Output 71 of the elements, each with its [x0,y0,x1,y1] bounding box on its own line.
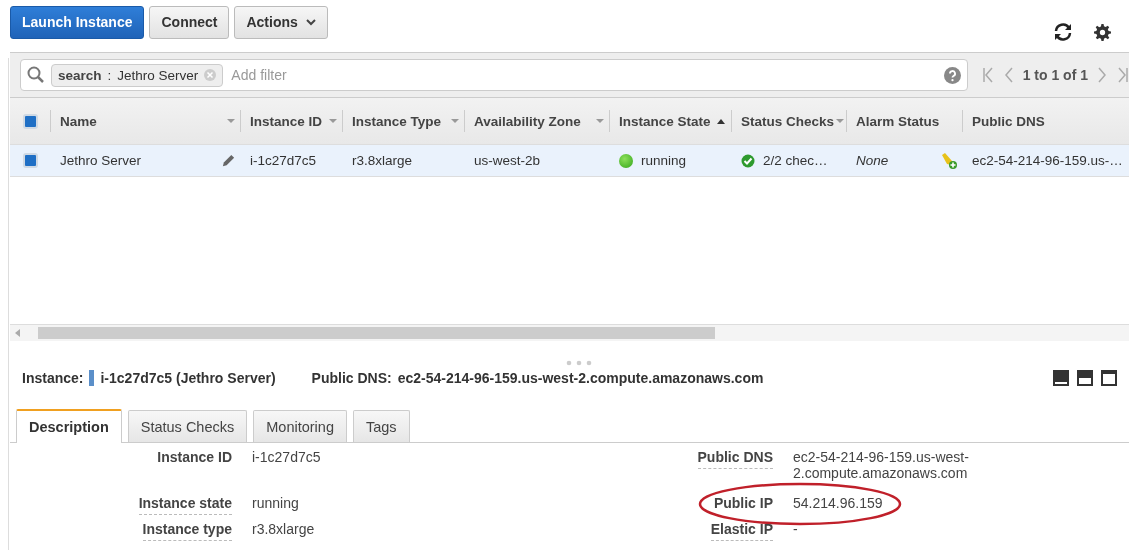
toolbar-button[interactable]: Launch Instance [10,5,145,39]
table-cell: 2/2 chec… [763,153,828,168]
column-menu-caret-icon[interactable] [226,118,236,124]
table-cell: running [641,153,687,168]
settings-icon[interactable] [1094,23,1111,41]
table-row[interactable]: Jethro Server i-1c27d7c5 r3.8xlarge us-west-2b running 2/2 chec… None ec2-54-214-96-159.us-… [10,144,1129,177]
column-header[interactable]: Availability Zone [474,113,594,129]
filter-field[interactable]: search : Jethro Server Add filter [20,59,968,91]
first-page-icon[interactable] [981,67,994,83]
field-label: Instance state [138,489,232,515]
help-icon[interactable] [943,66,961,84]
column-header[interactable]: Instance ID [250,113,327,129]
column-menu-caret-icon[interactable] [595,118,605,124]
public-dns-label: Public DNS: [311,370,392,386]
refresh-icon[interactable] [1052,22,1074,42]
field-value: 54.214.96.159 [773,489,973,514]
last-page-icon[interactable] [1117,67,1129,83]
table-cell: i-1c27d7c5 [250,153,317,168]
table-cell: Jethro Server [60,153,142,168]
table-cell: r3.8xlarge [352,153,413,168]
select-all-checkbox[interactable] [23,113,38,129]
pencil-icon[interactable] [221,153,236,168]
chevron-down-icon [305,18,316,26]
resize-handle-icon[interactable] [566,360,592,366]
column-header[interactable]: Instance State [619,113,716,129]
status-dot [619,153,633,168]
pagination-text: 1 to 1 of 1 [1022,67,1088,83]
sort-ascending-icon[interactable] [716,117,726,125]
column-menu-caret-icon[interactable] [450,118,460,124]
horizontal-scrollbar[interactable] [10,324,1129,341]
table-cell: us-west-2b [474,153,541,168]
scroll-left-icon[interactable] [15,329,21,337]
column-header[interactable]: Public DNS [972,113,1123,129]
table-cell: ec2-54-214-96-159.us-… [972,153,1123,168]
column-menu-caret-icon[interactable] [328,118,338,124]
check-circle-icon [741,153,755,168]
tab[interactable]: Description [16,409,122,443]
instance-label: Instance: [22,370,84,386]
field-value: r3.8xlarge [251,520,316,539]
field-label: Instance ID [157,448,232,467]
field-label: Instance type [142,515,232,541]
instance-title: i-1c27d7c5 (Jethro Server) [100,370,276,386]
field-label: Public IP [713,494,773,513]
public-dns-title: ec2-54-214-96-159.us-west-2.compute.amazonaws.com [397,370,764,386]
field-value: running [251,494,300,513]
actions-dropdown[interactable]: Actions [234,5,328,39]
column-menu-caret-icon[interactable] [835,118,846,124]
layout-icon[interactable] [1101,370,1117,386]
layout-icon[interactable] [1077,370,1093,386]
row-checkbox[interactable] [23,153,38,168]
layout-icon[interactable] [1053,370,1069,386]
field-label: Elastic IP [710,515,773,541]
field-value: ec2-54-214-96-159.us-west-2.compute.amazonaws.com [792,448,970,483]
column-header[interactable]: Alarm Status [856,113,956,129]
tab[interactable]: Status Checks [127,410,248,442]
field-value: i-1c27d7c5 [251,448,322,467]
field-label: Public DNS [697,443,773,469]
filter-chip[interactable]: search : Jethro Server [51,63,224,87]
next-page-icon[interactable] [1098,67,1107,83]
column-header[interactable]: Name [60,113,225,129]
tab[interactable]: Monitoring [253,410,347,442]
instance-color-bar [89,370,95,386]
table-cell: None [856,153,889,168]
field-value: - [792,520,799,539]
column-header[interactable]: Instance Type [352,113,449,129]
tab[interactable]: Tags [352,410,410,442]
clear-icon[interactable] [204,69,217,81]
toolbar-button[interactable]: Connect [149,5,230,39]
search-icon [27,66,45,84]
previous-page-icon[interactable] [1003,67,1013,83]
column-header[interactable]: Status Checks [741,113,835,129]
